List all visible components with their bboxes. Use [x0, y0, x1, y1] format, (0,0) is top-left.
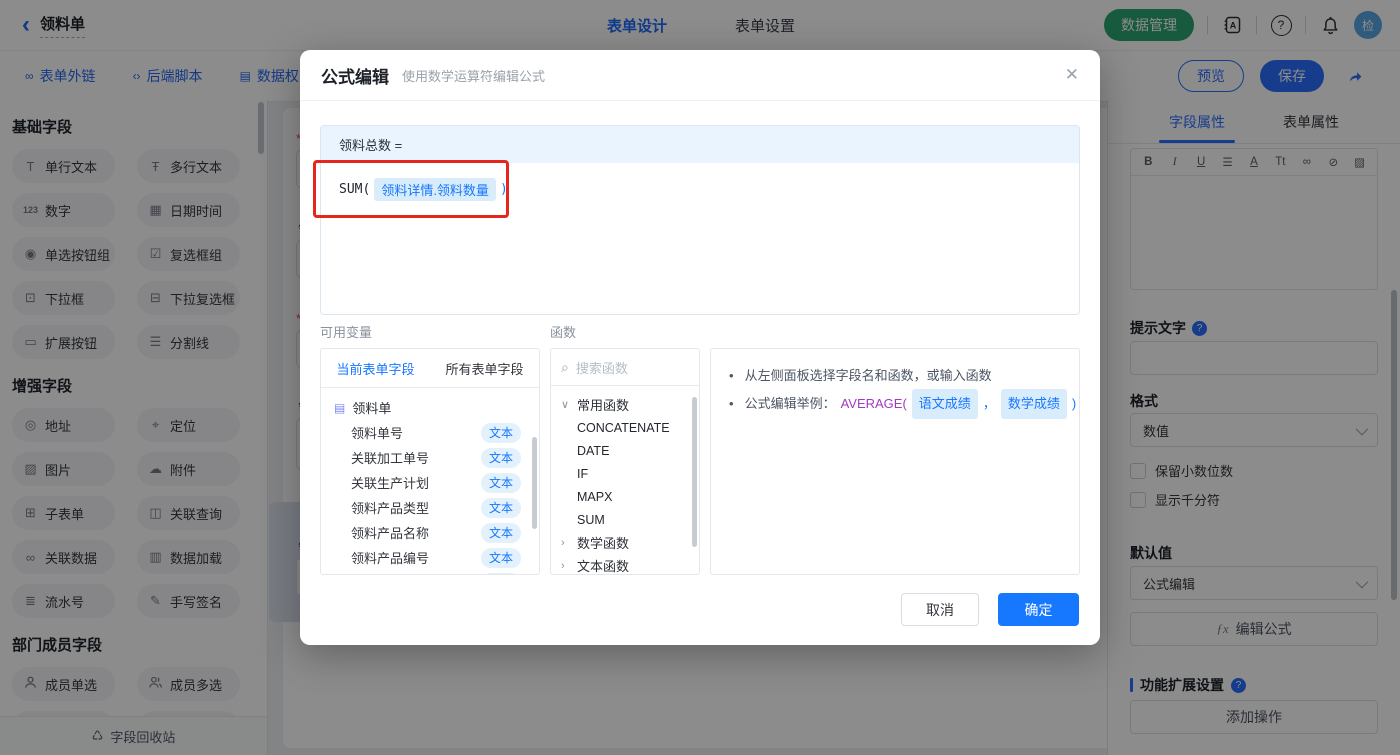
- type-badge: 文本: [481, 547, 521, 568]
- variable-row[interactable]: 关联生产计划 文本: [321, 470, 539, 495]
- type-badge: 文本: [481, 447, 521, 468]
- function-item[interactable]: CONCATENATE: [551, 416, 699, 439]
- type-badge: 文本: [481, 522, 521, 543]
- variable-row[interactable]: 领料单号 文本: [321, 420, 539, 445]
- function-search[interactable]: ⌕ 搜索函数: [551, 349, 699, 386]
- help-line-1: • 从左侧面板选择字段名和函数，或输入函数: [729, 363, 1061, 389]
- form-doc-icon: ▤: [334, 400, 346, 415]
- functions-label: 函数: [550, 325, 577, 340]
- function-item[interactable]: DATE: [551, 439, 699, 462]
- functions-panel: ⌕ 搜索函数 ∨ 常用函数 CONCATENATE DATE IF MAPX SU…: [550, 348, 700, 575]
- variable-row[interactable]: 关联加工单号 文本: [321, 445, 539, 470]
- type-badge: 文本: [481, 572, 521, 574]
- type-badge: 文本: [481, 497, 521, 518]
- search-placeholder: 搜索函数: [575, 360, 628, 376]
- example-chip: 语文成绩: [911, 389, 978, 419]
- cancel-button[interactable]: 取消: [901, 593, 979, 626]
- function-group-math[interactable]: › 数学函数: [551, 531, 699, 554]
- example-function: AVERAGE(: [840, 396, 907, 411]
- tab-all-form-fields[interactable]: 所有表单字段: [445, 359, 523, 378]
- example-chip: 数学成绩: [1000, 389, 1067, 419]
- variable-row[interactable]: 领料产品名称 文本: [321, 520, 539, 545]
- help-panel: • 从左侧面板选择字段名和函数，或输入函数 • 公式编辑举例： AVERAGE( …: [710, 348, 1080, 575]
- function-item[interactable]: MAPX: [551, 485, 699, 508]
- help-line-2: • 公式编辑举例： AVERAGE( 语文成绩 ， 数学成绩 ): [729, 389, 1076, 419]
- formula-editor-box[interactable]: 领料总数 = SUM( 领料详情.领料数量 ): [320, 125, 1080, 315]
- variable-row-partial[interactable]: 文本: [321, 570, 539, 574]
- tab-current-form-fields[interactable]: 当前表单字段: [336, 359, 414, 378]
- modal-title: 公式编辑: [321, 67, 389, 87]
- variables-scrollbar[interactable]: [532, 437, 537, 529]
- chevron-collapsed-icon: ›: [561, 536, 565, 549]
- close-icon[interactable]: ✕: [1065, 65, 1079, 85]
- functions-scrollbar[interactable]: [692, 397, 697, 547]
- bullet-icon: •: [729, 368, 734, 383]
- variables-tree-root[interactable]: ▤ 领料单: [321, 395, 539, 420]
- chevron-collapsed-icon: ›: [561, 559, 565, 572]
- function-item[interactable]: SUM: [551, 508, 699, 531]
- confirm-button[interactable]: 确定: [998, 593, 1079, 626]
- formula-editor-modal: 公式编辑 使用数学运算符编辑公式 ✕ 领料总数 = SUM( 领料详情.领料数量…: [300, 50, 1100, 645]
- type-badge: 文本: [481, 422, 521, 443]
- function-item[interactable]: IF: [551, 462, 699, 485]
- page: ‹ 领料单 表单设计 表单设置 数据管理 A ? 检 ∞ 表单外链 ‹› 后端脚本 …: [0, 0, 1400, 755]
- bullet-icon: •: [729, 396, 734, 411]
- function-group-common[interactable]: ∨ 常用函数: [551, 393, 699, 416]
- annotation-highlight-box: [313, 160, 509, 218]
- formula-target-row: 领料总数 =: [321, 126, 1079, 163]
- search-icon: ⌕: [561, 358, 569, 375]
- example-comma: ，: [982, 396, 996, 411]
- modal-subtitle: 使用数学运算符编辑公式: [402, 68, 546, 84]
- variable-row[interactable]: 领料产品编号 文本: [321, 545, 539, 570]
- modal-header: 公式编辑 使用数学运算符编辑公式 ✕: [300, 50, 1100, 101]
- variables-label: 可用变量: [320, 325, 373, 340]
- variables-panel: 当前表单字段 所有表单字段 ▤ 领料单 领料单号 文本 关联加工单号 文本 关联生产计…: [320, 348, 540, 575]
- variable-row[interactable]: 领料产品类型 文本: [321, 495, 539, 520]
- variables-tabs: 当前表单字段 所有表单字段: [321, 349, 539, 388]
- example-close-paren: ): [1071, 396, 1077, 411]
- function-group-text[interactable]: › 文本函数: [551, 554, 699, 574]
- chevron-expanded-icon: ∨: [561, 399, 570, 411]
- type-badge: 文本: [481, 472, 521, 493]
